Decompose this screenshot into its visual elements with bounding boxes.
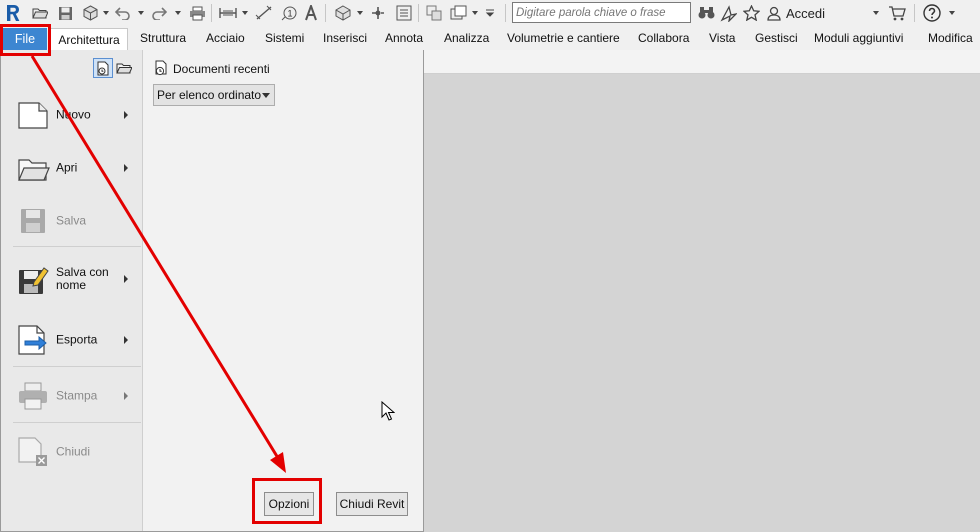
menu-item-label: Salva [56,213,87,228]
submenu-arrow-icon [124,111,128,119]
open-documents-button[interactable] [114,58,134,78]
subscription-icon[interactable] [719,3,737,23]
undo-icon[interactable] [114,3,132,23]
print-icon [19,382,47,410]
thin-lines-icon[interactable] [395,3,413,23]
print-icon[interactable] [188,3,206,23]
switch-windows-icon[interactable] [449,3,469,23]
tag-icon[interactable]: 1 [280,3,298,23]
tab-file[interactable]: File [3,28,47,50]
submenu-arrow-icon [124,336,128,344]
revit-logo-icon[interactable] [4,3,22,23]
chevron-down-icon[interactable] [138,11,144,15]
menu-item-salva: Salva [1,194,142,248]
save-icon [21,209,45,233]
close-document-icon [18,437,47,466]
submenu-arrow-icon [124,392,128,400]
tab-architettura[interactable]: Architettura [50,28,128,51]
aligned-dimension-icon[interactable] [254,3,274,23]
submenu-arrow-icon [124,164,128,172]
menu-item-label: Chiudi [56,444,91,459]
chevron-down-icon[interactable] [357,11,363,15]
tab-volumetrie[interactable]: Volumetrie e cantiere [507,26,620,50]
sort-order-value: Per elenco ordinato [157,88,262,102]
close-hidden-windows-icon[interactable] [425,3,443,23]
sign-in-button[interactable]: Accedi [767,3,825,23]
menu-item-salva-con-nome[interactable]: Salva con nome [1,252,142,306]
menu-divider [13,366,141,367]
tab-vista[interactable]: Vista [709,26,735,50]
redo-icon[interactable] [150,3,168,23]
new-document-icon [18,102,48,129]
mouse-cursor-icon [381,401,395,421]
tab-gestisci[interactable]: Gestisci [755,26,798,50]
chevron-down-icon[interactable] [949,11,955,15]
menu-item-label: Apri [56,160,78,175]
chevron-down-icon[interactable] [472,11,478,15]
quick-access-toolbar: 1 Accedi [0,0,980,26]
3d-view-icon[interactable] [333,3,353,23]
star-icon[interactable] [742,3,760,23]
tab-sistemi[interactable]: Sistemi [265,26,304,50]
text-icon[interactable] [303,3,319,23]
menu-item-label: Esporta [56,332,98,347]
sign-in-label: Accedi [786,5,826,21]
cart-icon[interactable] [887,3,907,23]
chevron-down-icon[interactable] [103,11,109,15]
open-documents-icon [116,63,132,73]
tab-acciaio[interactable]: Acciaio [206,26,245,50]
menu-divider [13,246,141,247]
menu-item-nuovo[interactable]: Nuovo [1,88,142,142]
save-as-icon [19,267,49,294]
chevron-down-icon[interactable] [175,11,181,15]
measure-icon[interactable] [218,3,238,23]
app-menu-commands: Nuovo Apri Salva Salva con nome Esporta … [1,50,143,531]
tab-struttura[interactable]: Struttura [140,26,186,50]
ribbon-tabs: File Architettura Struttura Acciaio Sist… [0,26,980,51]
menu-item-label: Stampa [56,388,98,403]
drawing-area[interactable] [424,75,980,532]
tab-moduli-aggiuntivi[interactable]: Moduli aggiuntivi [814,26,903,50]
recent-documents-icon [97,61,109,75]
sync-icon[interactable] [80,3,100,23]
user-icon [767,6,781,21]
open-icon[interactable] [31,3,49,23]
menu-item-chiudi: Chiudi [1,425,142,479]
sort-order-select[interactable]: Per elenco ordinato [153,84,275,106]
tab-analizza[interactable]: Analizza [444,26,489,50]
svg-text:1: 1 [287,9,292,19]
open-folder-icon [18,159,50,181]
recent-documents-button[interactable] [93,58,113,78]
tab-modifica[interactable]: Modifica [928,26,973,50]
search-input[interactable] [512,2,691,23]
tab-collabora[interactable]: Collabora [638,26,689,50]
tab-inserisci[interactable]: Inserisci [323,26,367,50]
menu-divider [13,422,141,423]
save-icon[interactable] [56,3,74,23]
options-button[interactable]: Opzioni [264,492,314,516]
menu-item-esporta[interactable]: Esporta [1,313,142,367]
tab-annota[interactable]: Annota [385,26,423,50]
menu-item-label: Nuovo [56,107,91,122]
chevron-down-icon[interactable] [873,11,879,15]
customize-toolbar-icon[interactable] [484,3,496,23]
help-icon[interactable] [922,3,942,23]
export-icon [18,325,47,355]
menu-item-stampa: Stampa [1,369,142,423]
recent-documents-title: Documenti recenti [173,62,270,76]
chevron-down-icon[interactable] [242,11,248,15]
submenu-arrow-icon [124,275,128,283]
chevron-down-icon [262,93,270,98]
exit-revit-button[interactable]: Chiudi Revit [336,492,408,516]
menu-item-apri[interactable]: Apri [1,141,142,195]
menu-item-label: Salva con nome [56,265,109,292]
recent-documents-icon [155,60,167,76]
section-icon[interactable] [369,3,387,23]
application-menu: Nuovo Apri Salva Salva con nome Esporta … [0,50,424,532]
binoculars-icon[interactable] [697,3,715,23]
